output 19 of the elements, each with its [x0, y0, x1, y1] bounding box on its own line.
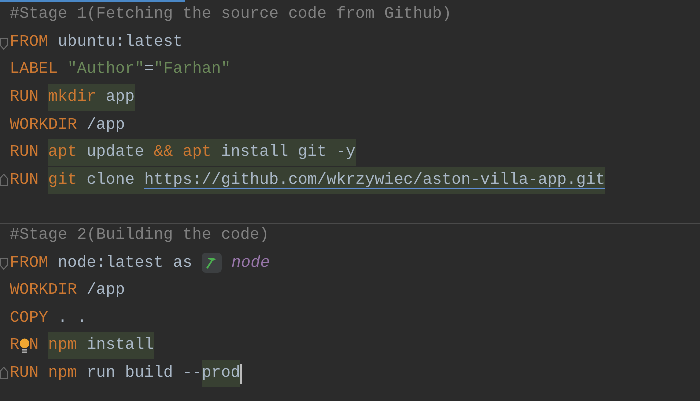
fold-icon[interactable] — [0, 38, 8, 50]
code-line: RUN npm run build --prod — [10, 360, 242, 388]
fold-icon[interactable] — [0, 258, 8, 270]
code-line: RUN mkdir app — [10, 84, 135, 112]
fold-icon[interactable] — [0, 174, 8, 186]
code-line: RUN apt update && apt install git -y — [10, 139, 356, 166]
code-line: RUN git clone https://github.com/wkrzywiec/aston-villa-app.git — [10, 166, 606, 194]
code-line: #Stage 2(Building the code) — [10, 225, 270, 246]
fold-icon[interactable] — [0, 366, 8, 379]
code-line: COPY . . — [10, 308, 87, 329]
code-line: #Stage 1(Fetching the source code from Github) — [10, 4, 452, 26]
code-line: LABEL "Author"="Farhan" — [10, 59, 231, 80]
code-line: WORKDIR /app — [10, 280, 126, 302]
code-line: R N npm install — [10, 332, 154, 360]
code-line: WORKDIR /app — [10, 114, 126, 136]
code-line: FROM node:latest as node — [10, 252, 270, 276]
hammer-icon[interactable] — [202, 253, 222, 274]
lightbulb-icon[interactable] — [20, 336, 30, 355]
code-line: FROM ubuntu:latest — [10, 32, 183, 53]
